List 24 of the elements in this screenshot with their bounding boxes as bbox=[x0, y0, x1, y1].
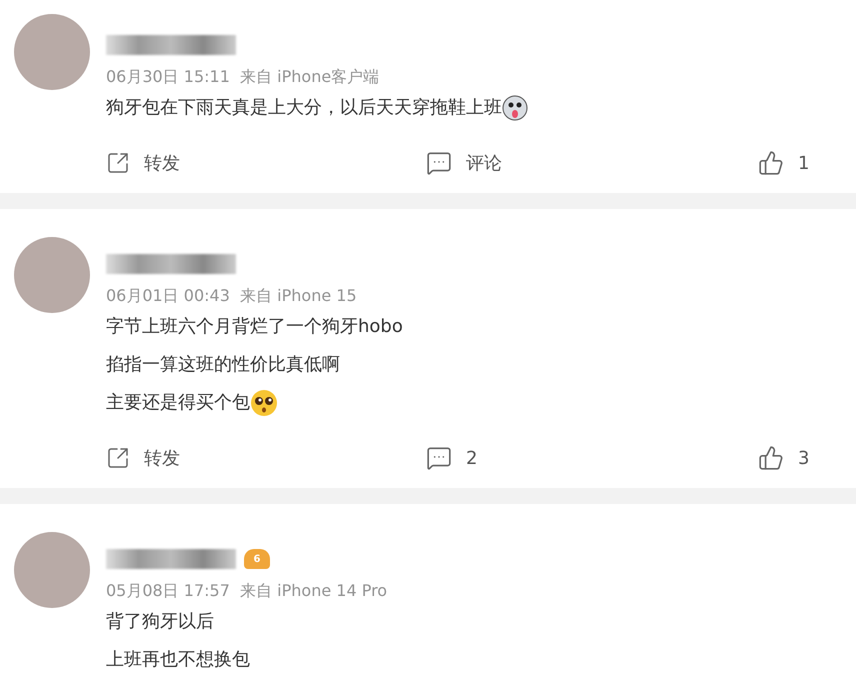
comment-text: 掐指一算这班的性价比真低啊 bbox=[106, 353, 340, 377]
thumbs-up-icon bbox=[758, 445, 784, 471]
dog-emoji-icon bbox=[502, 95, 528, 121]
comment-button[interactable]: 评论 bbox=[426, 150, 758, 176]
level-badge: 6 bbox=[244, 549, 270, 569]
comment-icon bbox=[426, 150, 452, 176]
comment-text: 上班再也不想换包 bbox=[106, 648, 250, 672]
share-icon bbox=[106, 151, 130, 175]
pleading-face-icon bbox=[250, 389, 278, 417]
share-icon bbox=[106, 446, 130, 470]
like-button[interactable]: 3 bbox=[758, 445, 838, 471]
like-button[interactable]: 1 bbox=[758, 150, 838, 176]
comment-text: 字节上班六个月背烂了一个狗牙hobo bbox=[106, 315, 403, 339]
repost-button[interactable]: 转发 bbox=[106, 151, 426, 175]
comment-icon bbox=[426, 445, 452, 471]
comment-text: 背了狗牙以后 bbox=[106, 610, 214, 634]
repost-button[interactable]: 转发 bbox=[106, 446, 426, 470]
post-meta: 06月30日 15:11 来自 iPhone客户端 bbox=[106, 66, 380, 88]
post-meta: 05月08日 17:57 来自 iPhone 14 Pro bbox=[106, 580, 388, 602]
comment-button[interactable]: 2 bbox=[426, 445, 758, 471]
comment-text: 狗牙包在下雨天真是上大分，以后天天穿拖鞋上班 bbox=[106, 96, 502, 120]
post-meta: 06月01日 00:43 来自 iPhone 15 bbox=[106, 285, 358, 307]
comment-text: 主要还是得买个包 bbox=[106, 391, 250, 415]
thumbs-up-icon bbox=[758, 150, 784, 176]
